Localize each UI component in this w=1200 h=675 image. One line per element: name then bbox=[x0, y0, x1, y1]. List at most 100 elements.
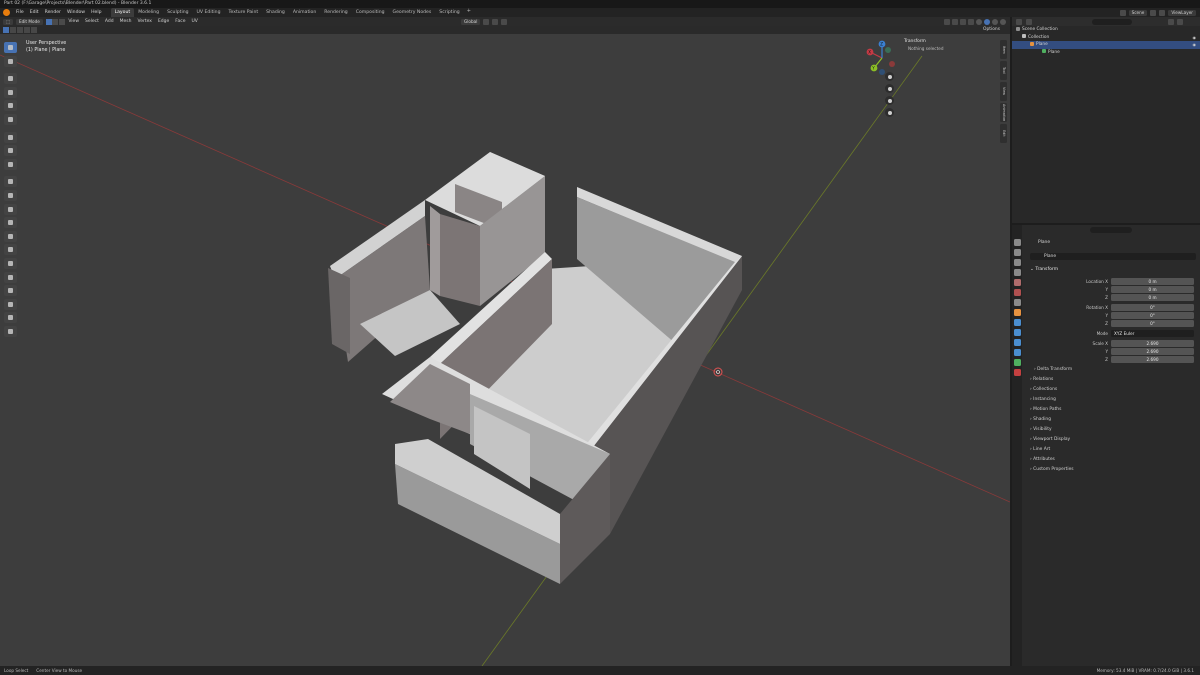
menu-view[interactable]: View bbox=[65, 17, 82, 26]
bathroom-wall-a[interactable] bbox=[430, 206, 440, 296]
cursor-tool-icon[interactable] bbox=[4, 55, 17, 67]
scale-tool-icon[interactable] bbox=[4, 100, 17, 112]
bevel-tool-icon[interactable] bbox=[4, 203, 17, 215]
location-y-field[interactable]: 0 m bbox=[1111, 286, 1194, 293]
select-invert-icon[interactable] bbox=[24, 27, 30, 33]
tab-shading[interactable]: Shading bbox=[262, 8, 289, 17]
panel-collections[interactable]: › Collections bbox=[1030, 386, 1057, 394]
gizmo-toggle-icon[interactable] bbox=[952, 18, 958, 25]
outliner-row-plane-object[interactable]: Plane ◉ bbox=[1012, 41, 1200, 49]
collection-props-icon[interactable] bbox=[1013, 299, 1021, 306]
view-layer-field[interactable]: ViewLayer bbox=[1168, 9, 1196, 16]
menu-vertex[interactable]: Vertex bbox=[134, 17, 154, 26]
smooth-tool-icon[interactable] bbox=[4, 271, 17, 283]
tab-compositing[interactable]: Compositing bbox=[352, 8, 389, 17]
menu-mesh[interactable]: Mesh bbox=[117, 17, 135, 26]
visibility-eye-icon[interactable]: ◉ bbox=[1193, 34, 1197, 42]
proportional-edit-icon[interactable] bbox=[501, 18, 508, 25]
sidebar-tab-tool[interactable]: Tool bbox=[1000, 61, 1007, 80]
object-props-icon[interactable] bbox=[1013, 309, 1021, 316]
outliner-row-plane-mesh[interactable]: Plane bbox=[1012, 49, 1200, 57]
tab-rendering[interactable]: Rendering bbox=[320, 8, 351, 17]
sidebar-tab-view[interactable]: View bbox=[1000, 82, 1007, 101]
select-extend-icon[interactable] bbox=[10, 27, 16, 33]
wireframe-shading-icon[interactable] bbox=[976, 18, 982, 25]
gizmo-neg-x[interactable] bbox=[889, 61, 895, 67]
viewport-scene[interactable] bbox=[0, 34, 1010, 666]
mode-dropdown[interactable]: Edit Mode bbox=[15, 18, 43, 25]
loop-cut-tool-icon[interactable] bbox=[4, 217, 17, 229]
pan-hand-icon[interactable] bbox=[885, 84, 894, 93]
tab-scripting[interactable]: Scripting bbox=[435, 8, 463, 17]
3d-cursor-icon[interactable] bbox=[713, 367, 723, 377]
tab-geometry-nodes[interactable]: Geometry Nodes bbox=[389, 8, 436, 17]
menu-uv[interactable]: UV bbox=[188, 17, 200, 26]
select-new-icon[interactable] bbox=[3, 27, 9, 33]
object-name-field[interactable]: Plane bbox=[1030, 253, 1196, 260]
panel-custom-properties[interactable]: › Custom Properties bbox=[1030, 466, 1074, 474]
data-props-icon[interactable] bbox=[1013, 359, 1021, 366]
poly-build-tool-icon[interactable] bbox=[4, 244, 17, 256]
outliner-search-input[interactable] bbox=[1092, 18, 1132, 25]
tool-props-icon[interactable] bbox=[1013, 239, 1021, 246]
blender-logo-icon[interactable] bbox=[3, 9, 10, 16]
panel-delta-transform[interactable]: › Delta Transform bbox=[1034, 366, 1072, 374]
scale-y-field[interactable]: 2.690 bbox=[1111, 348, 1194, 355]
rotation-mode-dropdown[interactable]: XYZ Euler bbox=[1111, 330, 1194, 337]
orientation-dropdown[interactable]: Global bbox=[461, 18, 481, 25]
perspective-toggle-icon[interactable] bbox=[885, 108, 894, 117]
view-layer-icon[interactable] bbox=[1159, 9, 1166, 16]
scene-field[interactable]: Scene bbox=[1128, 9, 1148, 16]
inset-tool-icon[interactable] bbox=[4, 189, 17, 201]
new-collection-icon[interactable] bbox=[1177, 18, 1183, 25]
solid-shading-icon[interactable] bbox=[984, 18, 990, 25]
menu-file[interactable]: File bbox=[13, 8, 27, 17]
properties-search-input[interactable] bbox=[1090, 227, 1132, 233]
editor-type-button[interactable]: ⬚ bbox=[3, 18, 13, 25]
panel-viewport-display[interactable]: › Viewport Display bbox=[1030, 436, 1070, 444]
modifier-props-icon[interactable] bbox=[1013, 319, 1021, 326]
scale-z-field[interactable]: 2.690 bbox=[1111, 356, 1194, 363]
edge-select-icon[interactable] bbox=[52, 18, 59, 25]
menu-select[interactable]: Select bbox=[82, 17, 102, 26]
transform-panel-header[interactable]: ⌄ Transform bbox=[1030, 266, 1058, 274]
filter-icon[interactable] bbox=[1168, 18, 1174, 25]
add-cube-tool-icon[interactable] bbox=[4, 158, 17, 170]
panel-attributes[interactable]: › Attributes bbox=[1030, 456, 1055, 464]
sidebar-tab-item[interactable]: Item bbox=[1000, 40, 1007, 59]
menu-edit[interactable]: Edit bbox=[27, 8, 42, 17]
tab-modeling[interactable]: Modeling bbox=[134, 8, 163, 17]
sidebar-panel-title[interactable]: Transform bbox=[904, 38, 998, 45]
panel-shading[interactable]: › Shading bbox=[1030, 416, 1051, 424]
zoom-icon[interactable] bbox=[885, 72, 894, 81]
scale-x-field[interactable]: 2.690 bbox=[1111, 340, 1194, 347]
select-box-tool-icon[interactable] bbox=[4, 42, 17, 53]
camera-view-icon[interactable] bbox=[885, 96, 894, 105]
menu-window[interactable]: Window bbox=[64, 8, 88, 17]
material-props-icon[interactable] bbox=[1013, 369, 1021, 376]
sidebar-tab-animation[interactable]: Animation bbox=[1000, 103, 1007, 122]
display-mode-icon[interactable] bbox=[1026, 18, 1032, 25]
measure-tool-icon[interactable] bbox=[4, 145, 17, 157]
move-tool-icon[interactable] bbox=[4, 73, 17, 85]
vertex-select-icon[interactable] bbox=[45, 18, 52, 25]
rotation-z-field[interactable]: 0° bbox=[1111, 320, 1194, 327]
menu-render[interactable]: Render bbox=[42, 8, 64, 17]
tab-animation[interactable]: Animation bbox=[289, 8, 320, 17]
select-subtract-icon[interactable] bbox=[17, 27, 23, 33]
material-shading-icon[interactable] bbox=[992, 18, 998, 25]
view-layer-props-icon[interactable] bbox=[1013, 269, 1021, 276]
extrude-tool-icon[interactable] bbox=[4, 176, 17, 188]
bathroom-wall-b[interactable] bbox=[440, 214, 480, 306]
rotation-y-field[interactable]: 0° bbox=[1111, 312, 1194, 319]
rip-region-tool-icon[interactable] bbox=[4, 325, 17, 337]
constraints-props-icon[interactable] bbox=[1013, 349, 1021, 356]
outliner-row-scene-collection[interactable]: Scene Collection bbox=[1012, 26, 1200, 34]
overlay-toggle-icon[interactable] bbox=[960, 18, 966, 25]
add-workspace-button[interactable]: + bbox=[464, 8, 474, 17]
panel-instancing[interactable]: › Instancing bbox=[1030, 396, 1056, 404]
shrink-fatten-tool-icon[interactable] bbox=[4, 298, 17, 310]
tab-sculpting[interactable]: Sculpting bbox=[163, 8, 192, 17]
menu-add[interactable]: Add bbox=[102, 17, 117, 26]
rotate-tool-icon[interactable] bbox=[4, 86, 17, 98]
